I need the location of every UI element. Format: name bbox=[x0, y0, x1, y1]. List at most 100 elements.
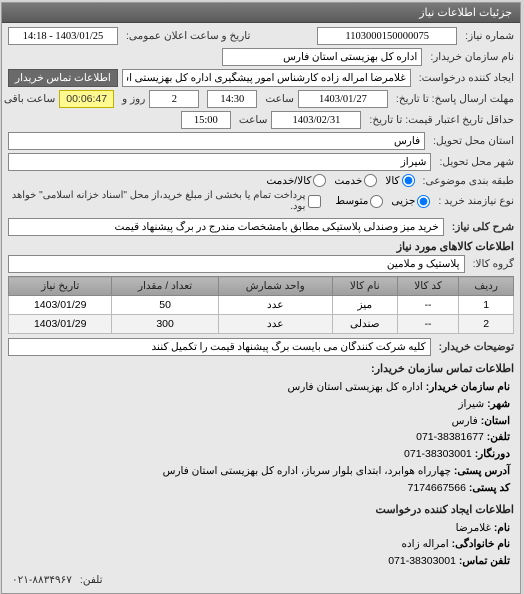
contact-info-block: نام سازمان خریدار: اداره کل بهزیستی استا… bbox=[9, 377, 515, 499]
day-label: روز و bbox=[119, 93, 146, 105]
resp-time-field[interactable] bbox=[208, 90, 258, 108]
cell: 1403/01/29 bbox=[10, 296, 113, 315]
need-type-group: جزیی متوسط bbox=[336, 195, 431, 208]
delivery-state-label: استان محل تحویل: bbox=[430, 135, 515, 147]
table-header-row: ردیفکد کالانام کالاواحد شمارشتعداد / مقد… bbox=[10, 277, 515, 296]
table-row[interactable]: 2--صندلیعدد3001403/01/29 bbox=[10, 315, 515, 334]
cell: 300 bbox=[113, 315, 219, 334]
credit-date-field[interactable] bbox=[272, 111, 362, 129]
radio-service[interactable]: خدمت bbox=[335, 174, 378, 187]
state-lbl: استان: bbox=[482, 415, 511, 427]
radio-goods-input[interactable] bbox=[403, 174, 416, 187]
radio-service-label: خدمت bbox=[335, 175, 363, 187]
col-header: کد کالا bbox=[398, 277, 460, 296]
col-header: تاریخ نیاز bbox=[10, 277, 113, 296]
org-name-lbl: نام سازمان خریدار: bbox=[427, 381, 511, 393]
cell: 2 bbox=[460, 315, 515, 334]
org-name-val: اداره کل بهزیستی استان فارس bbox=[288, 381, 423, 393]
remain-days-field bbox=[150, 90, 200, 108]
fax-lbl: دورنگار: bbox=[476, 448, 511, 460]
radio-goods-service-label: کالا/خدمت bbox=[267, 175, 312, 187]
need-type-label: نوع نیازمند خرید : bbox=[435, 195, 515, 207]
cell: -- bbox=[398, 315, 460, 334]
radio-goods-label: کالا bbox=[386, 175, 400, 187]
radio-goods[interactable]: کالا bbox=[386, 174, 415, 187]
items-table: ردیفکد کالانام کالاواحد شمارشتعداد / مقد… bbox=[9, 276, 515, 334]
announce-dt-field[interactable] bbox=[9, 27, 119, 45]
col-header: واحد شمارش bbox=[219, 277, 333, 296]
creator-info-title: اطلاعات ایجاد کننده درخواست bbox=[9, 503, 515, 516]
postcode-val: 7174667566 bbox=[409, 482, 467, 494]
cell: عدد bbox=[219, 315, 333, 334]
postal-lbl: آدرس پستی: bbox=[455, 465, 511, 477]
countdown-timer: 00:06:47 bbox=[60, 90, 115, 108]
credit-time-field[interactable] bbox=[182, 111, 232, 129]
ref-no-label: شماره نیاز: bbox=[462, 30, 515, 42]
cell: 50 bbox=[113, 296, 219, 315]
cname-lbl: نام: bbox=[495, 522, 511, 534]
remain-label: ساعت باقی مانده bbox=[0, 93, 56, 105]
city-val: شیراز bbox=[459, 398, 485, 410]
time-label-2: ساعت bbox=[236, 114, 269, 126]
radio-goods-service[interactable]: کالا/خدمت bbox=[267, 174, 327, 187]
announce-dt-label: تاریخ و ساعت اعلان عمومی: bbox=[123, 30, 251, 42]
payment-checkbox-input[interactable] bbox=[309, 195, 322, 208]
goods-group-field[interactable] bbox=[9, 255, 466, 273]
radio-small-label: جزیی bbox=[392, 195, 416, 207]
creator-info-block: نام: غلامرضا نام خانوادگی: امراله زاده ت… bbox=[9, 518, 515, 572]
cphone-val: 38303001-071 bbox=[389, 555, 457, 567]
radio-medium-label: متوسط bbox=[336, 195, 369, 207]
postcode-lbl: کد پستی: bbox=[470, 482, 511, 494]
buyer-notes-field[interactable] bbox=[9, 338, 432, 356]
summary-field[interactable] bbox=[9, 218, 445, 236]
cfam-lbl: نام خانوادگی: bbox=[453, 538, 511, 550]
cell: صندلی bbox=[333, 315, 398, 334]
table-row[interactable]: 1--میزعدد501403/01/29 bbox=[10, 296, 515, 315]
cell: میز bbox=[333, 296, 398, 315]
fax-val: 38303001-071 bbox=[405, 448, 473, 460]
cphone-lbl: تلفن تماس: bbox=[460, 555, 511, 567]
pkg-topic-label: طبقه بندی موضوعی: bbox=[420, 175, 515, 187]
credit-valid-label: حداقل تاریخ اعتبار قیمت: تا تاریخ: bbox=[366, 114, 515, 126]
cfam-val: امراله زاده bbox=[402, 538, 449, 550]
contact-title: اطلاعات تماس سازمان خریدار: bbox=[9, 362, 515, 375]
summary-label: شرح کلی نیاز: bbox=[449, 221, 515, 233]
time-label-1: ساعت bbox=[262, 93, 295, 105]
resp-deadline-label: مهلت ارسال پاسخ: تا تاریخ: bbox=[393, 93, 515, 105]
payment-note-label: پرداخت تمام یا بخشی از مبلغ خرید،از محل … bbox=[9, 190, 306, 212]
radio-goods-service-input[interactable] bbox=[314, 174, 327, 187]
payment-checkbox[interactable]: پرداخت تمام یا بخشی از مبلغ خرید،از محل … bbox=[9, 190, 322, 212]
radio-service-input[interactable] bbox=[365, 174, 378, 187]
goods-info-title: اطلاعات کالاهای مورد نیاز bbox=[9, 240, 515, 253]
buyer-notes-label: توضیحات خریدار: bbox=[436, 341, 515, 353]
postal-val: چهارراه هوابرد، ابتدای بلوار سرباز، ادار… bbox=[164, 465, 452, 477]
cell: 1 bbox=[460, 296, 515, 315]
col-header: نام کالا bbox=[333, 277, 398, 296]
creator-field[interactable] bbox=[123, 69, 412, 87]
radio-medium[interactable]: متوسط bbox=[336, 195, 384, 208]
col-header: تعداد / مقدار bbox=[113, 277, 219, 296]
ref-no-field[interactable] bbox=[318, 27, 458, 45]
state-val: فارس bbox=[453, 415, 479, 427]
resp-date-field[interactable] bbox=[299, 90, 389, 108]
delivery-state-field[interactable] bbox=[9, 132, 426, 150]
cname-val: غلامرضا bbox=[457, 522, 492, 534]
pkg-radio-group: کالا خدمت کالا/خدمت bbox=[267, 174, 415, 187]
phone-val: 38381677-071 bbox=[417, 431, 485, 443]
cell: 1403/01/29 bbox=[10, 315, 113, 334]
phone-lbl: تلفن: bbox=[488, 431, 511, 443]
buyer-contact-button[interactable]: اطلاعات تماس خریدار bbox=[9, 69, 119, 87]
delivery-city-label: شهر محل تحویل: bbox=[436, 156, 515, 168]
panel-title: جزئیات اطلاعات نیاز bbox=[3, 3, 521, 23]
radio-small-input[interactable] bbox=[418, 195, 431, 208]
cell: عدد bbox=[219, 296, 333, 315]
radio-medium-input[interactable] bbox=[371, 195, 384, 208]
creator-label: ایجاد کننده درخواست: bbox=[416, 72, 515, 84]
cell: -- bbox=[398, 296, 460, 315]
delivery-city-field[interactable] bbox=[9, 153, 432, 171]
radio-small[interactable]: جزیی bbox=[392, 195, 431, 208]
buyer-name-field[interactable] bbox=[223, 48, 423, 66]
col-header: ردیف bbox=[460, 277, 515, 296]
buyer-name-label: نام سازمان خریدار: bbox=[427, 51, 515, 63]
goods-group-label: گروه کالا: bbox=[470, 258, 515, 270]
